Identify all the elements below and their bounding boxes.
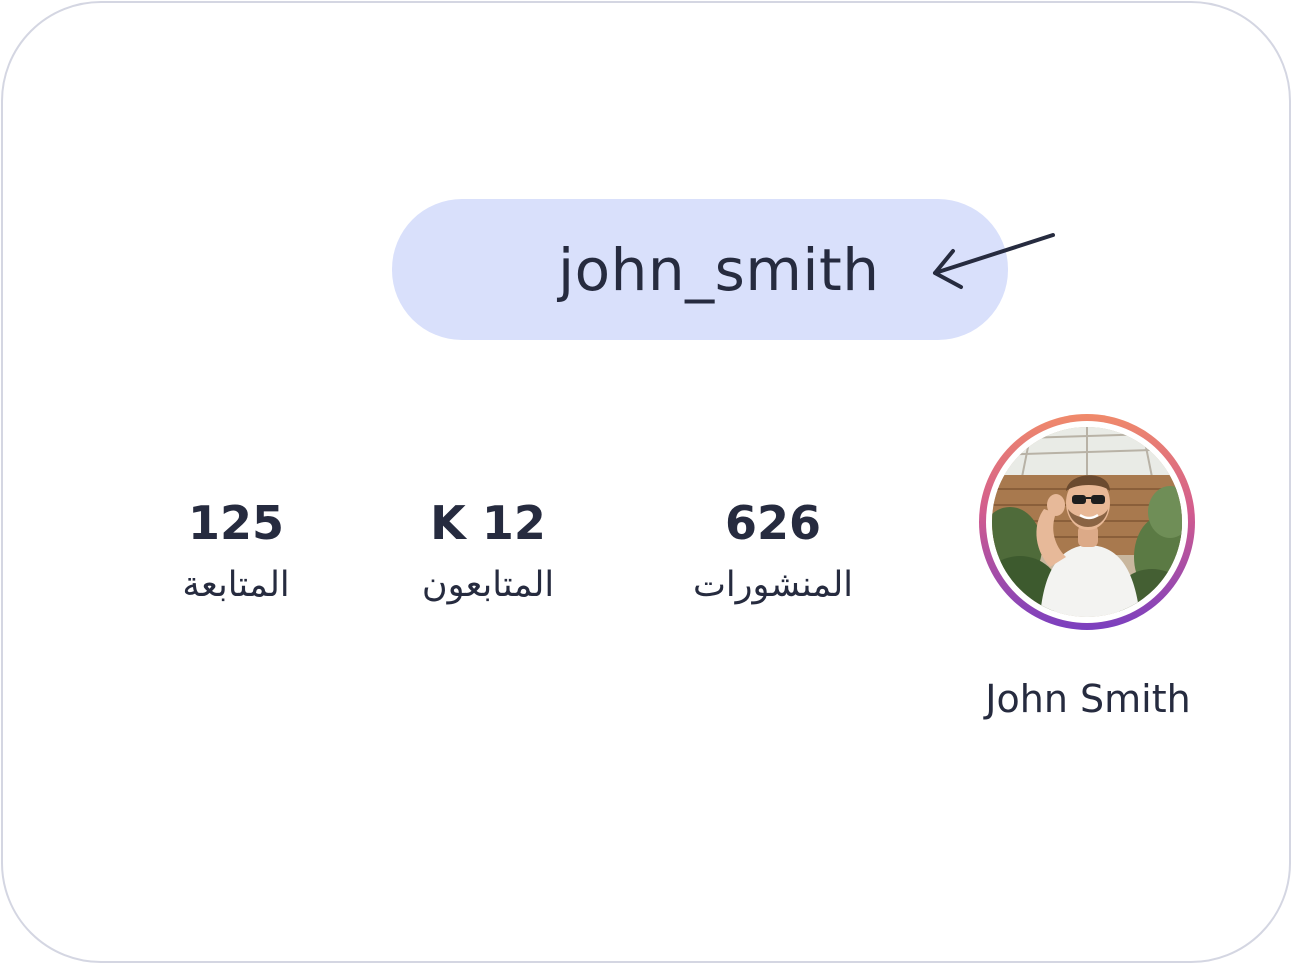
stat-posts-label: المنشورات bbox=[692, 565, 854, 605]
avatar-ring[interactable] bbox=[979, 414, 1195, 630]
username-text: john_smith bbox=[558, 236, 880, 304]
stat-followers-label: المتابعون bbox=[421, 565, 555, 605]
stat-followers-value: K 12 bbox=[430, 496, 546, 550]
stat-following-value: 125 bbox=[187, 496, 285, 550]
avatar-gap bbox=[986, 421, 1188, 623]
avatar-photo bbox=[992, 427, 1182, 617]
stat-followers[interactable]: K 12 المتابعون bbox=[378, 495, 598, 607]
display-name: John Smith bbox=[985, 677, 1191, 721]
stat-posts-value: 626 bbox=[724, 496, 822, 550]
arrow-left-icon bbox=[933, 233, 1055, 289]
profile-card: john_smith 125 المتابعة K 12 المتابعون 6… bbox=[1, 1, 1291, 963]
stat-posts[interactable]: 626 المنشورات bbox=[663, 495, 883, 607]
avatar bbox=[992, 427, 1182, 617]
stat-following-label: المتابعة bbox=[182, 565, 290, 605]
stat-following[interactable]: 125 المتابعة bbox=[126, 495, 346, 607]
